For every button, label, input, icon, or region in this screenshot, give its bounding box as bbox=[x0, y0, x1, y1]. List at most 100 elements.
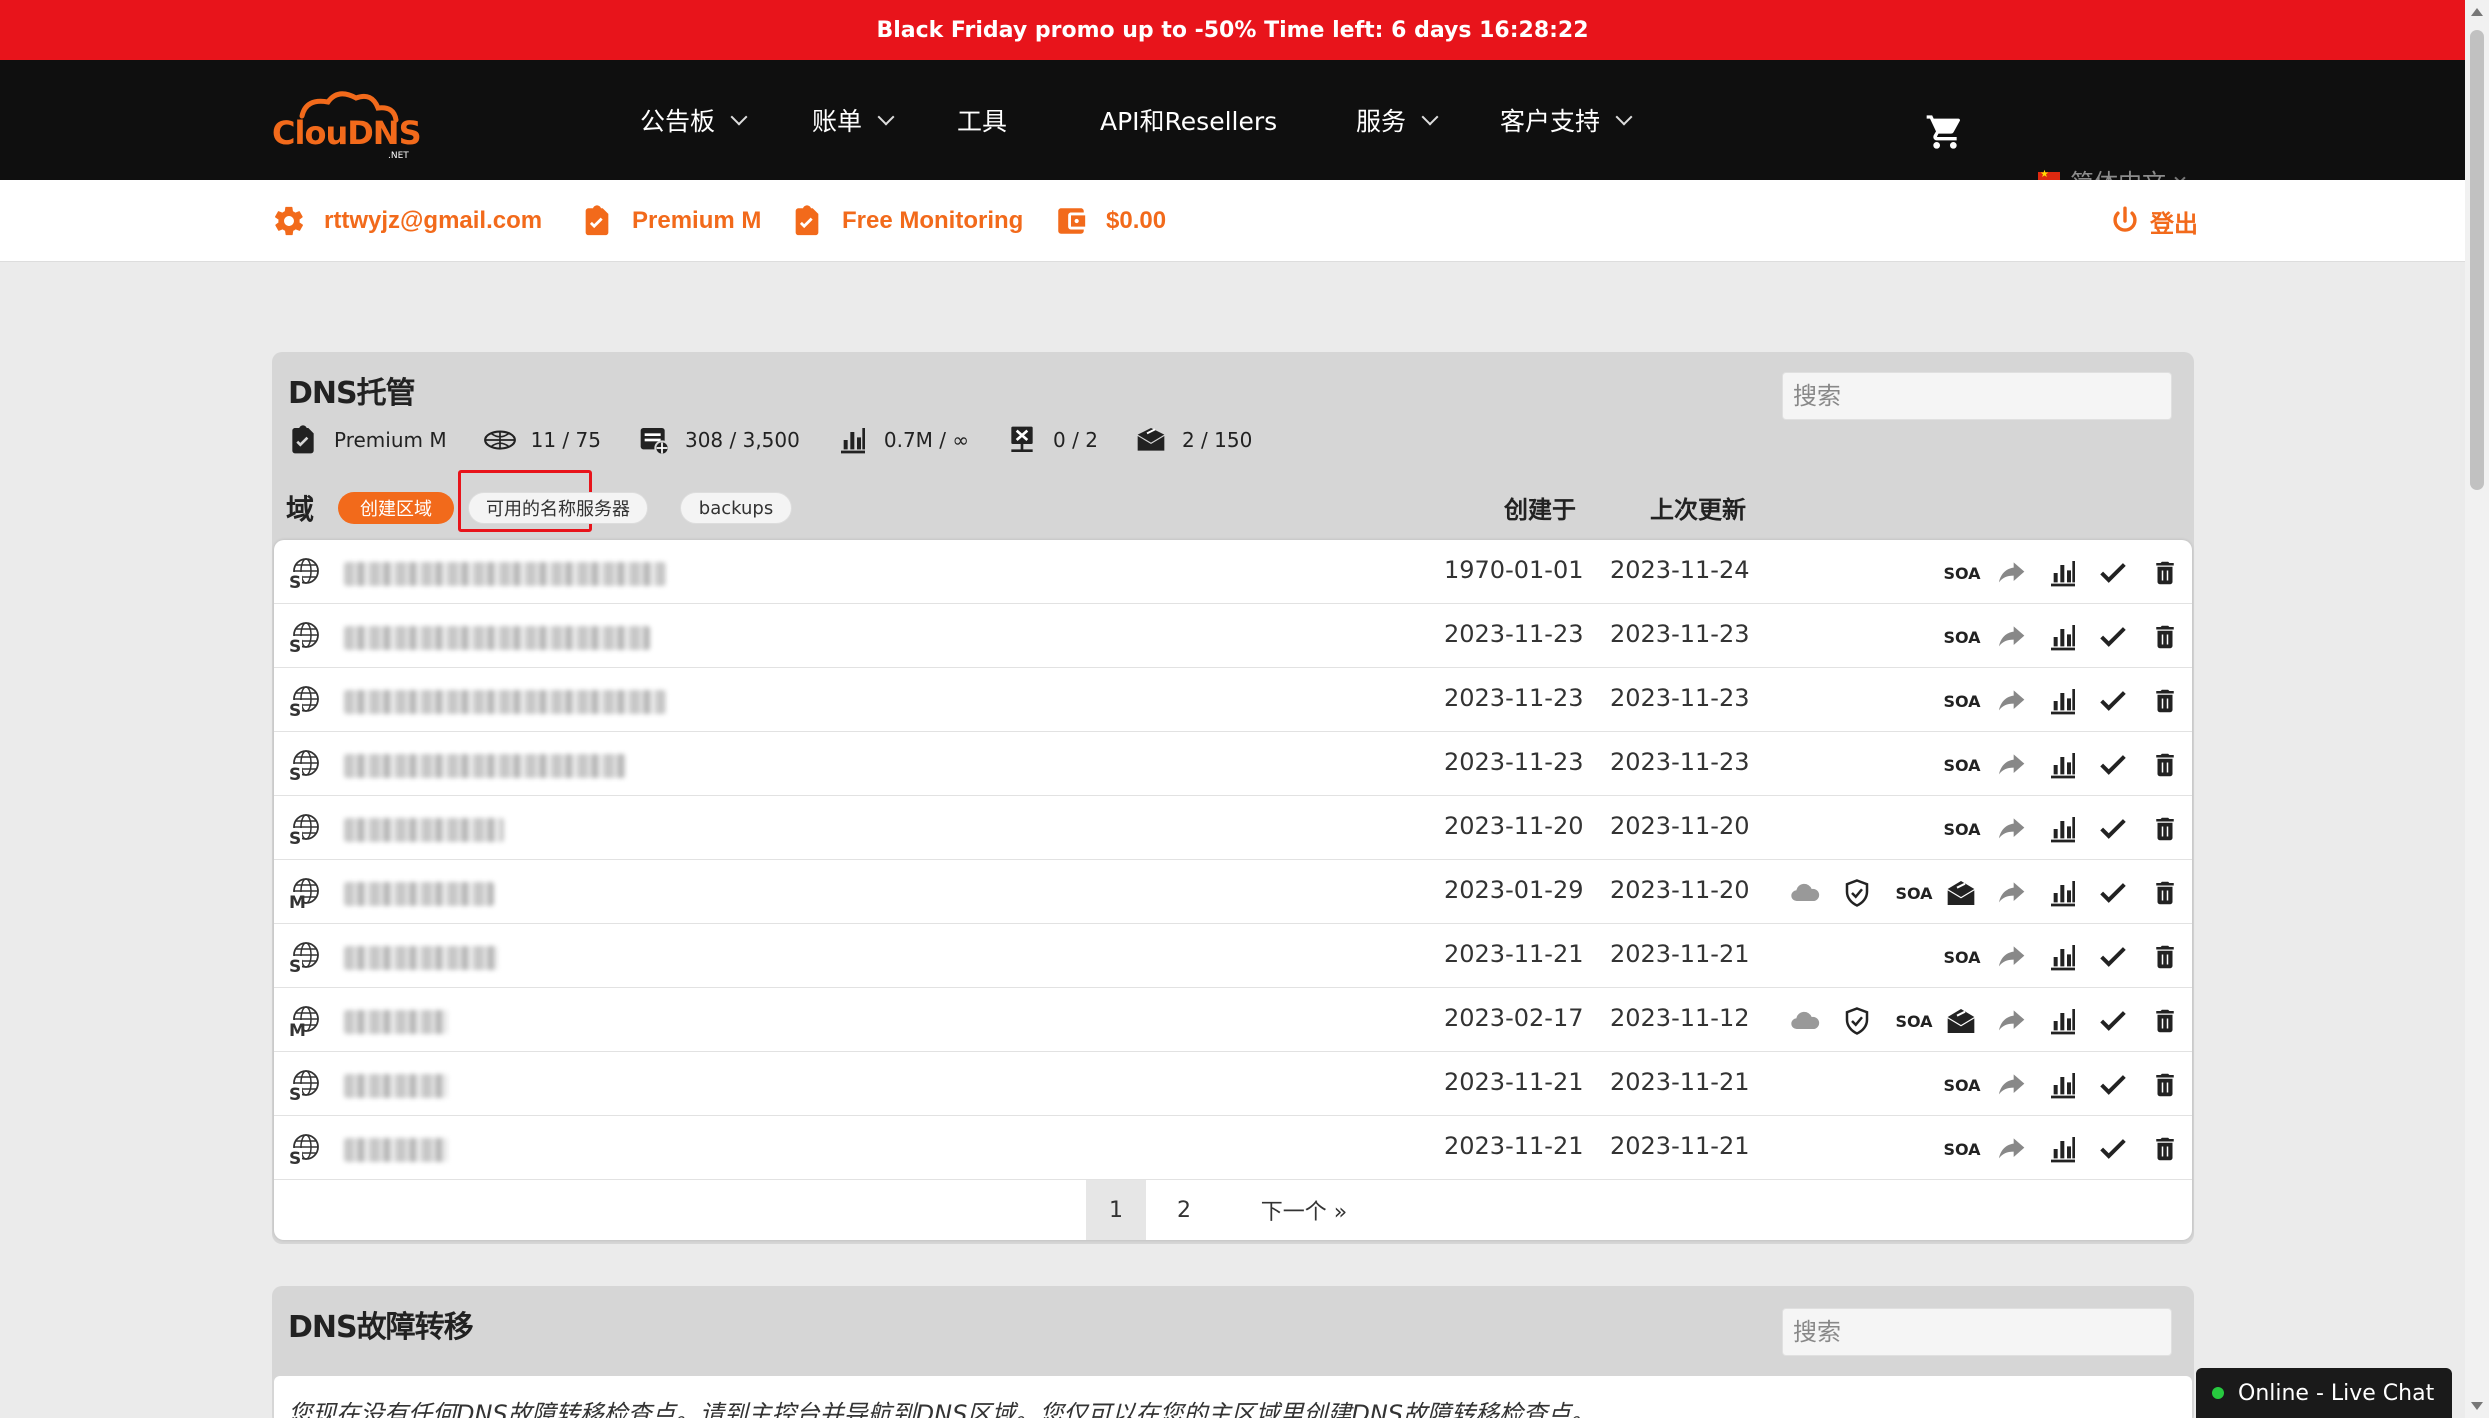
share-zone-icon[interactable] bbox=[1994, 748, 2028, 782]
statistics-icon[interactable] bbox=[2046, 748, 2080, 782]
zone-name-redacted[interactable] bbox=[344, 946, 498, 970]
checkmark-icon[interactable] bbox=[2096, 1004, 2130, 1038]
cloud-backup-icon[interactable] bbox=[1788, 1004, 1822, 1038]
svg-text:ClouDNS: ClouDNS bbox=[272, 114, 421, 152]
share-zone-icon[interactable] bbox=[1994, 620, 2028, 654]
logout-button[interactable]: 登出 bbox=[2108, 180, 2198, 262]
soa-button[interactable]: SOA bbox=[1940, 748, 1984, 782]
checkmark-icon[interactable] bbox=[2096, 1068, 2130, 1102]
soa-button[interactable]: SOA bbox=[1892, 1004, 1936, 1038]
shield-check-icon[interactable] bbox=[1840, 1004, 1874, 1038]
svg-text:M: M bbox=[289, 893, 306, 910]
checkmark-icon[interactable] bbox=[2096, 812, 2130, 846]
shield-check-icon[interactable] bbox=[1840, 876, 1874, 910]
checkmark-icon[interactable] bbox=[2096, 876, 2130, 910]
share-zone-icon[interactable] bbox=[1994, 876, 2028, 910]
soa-button[interactable]: SOA bbox=[1940, 1068, 1984, 1102]
page-2-button[interactable]: 2 bbox=[1154, 1180, 1214, 1240]
soa-button[interactable]: SOA bbox=[1892, 876, 1936, 910]
zone-name-redacted[interactable] bbox=[344, 882, 494, 906]
soa-button[interactable]: SOA bbox=[1940, 940, 1984, 974]
trash-icon[interactable] bbox=[2148, 556, 2182, 590]
trash-icon[interactable] bbox=[2148, 940, 2182, 974]
share-zone-icon[interactable] bbox=[1994, 940, 2028, 974]
statistics-icon[interactable] bbox=[2046, 876, 2080, 910]
statistics-icon[interactable] bbox=[2046, 812, 2080, 846]
updated-column-header[interactable]: 上次更新 bbox=[1650, 490, 1746, 525]
nav-api[interactable]: API和Resellers bbox=[1100, 60, 1277, 180]
backups-button[interactable]: backups bbox=[680, 492, 792, 524]
statistics-icon[interactable] bbox=[2046, 1004, 2080, 1038]
promo-banner[interactable]: Black Friday promo up to -50% Time left:… bbox=[0, 0, 2465, 60]
next-page-button[interactable]: 下一个 » bbox=[1234, 1180, 1374, 1240]
share-zone-icon[interactable] bbox=[1994, 556, 2028, 590]
trash-icon[interactable] bbox=[2148, 1132, 2182, 1166]
zone-name-redacted[interactable] bbox=[344, 1138, 448, 1162]
statistics-icon[interactable] bbox=[2046, 1068, 2080, 1102]
soa-button[interactable]: SOA bbox=[1940, 812, 1984, 846]
checkmark-icon[interactable] bbox=[2096, 940, 2130, 974]
zone-name-redacted[interactable] bbox=[344, 1010, 448, 1034]
zone-name-redacted[interactable] bbox=[344, 690, 666, 714]
mail-forward-icon[interactable] bbox=[1944, 876, 1978, 910]
soa-button[interactable]: SOA bbox=[1940, 556, 1984, 590]
svg-text:S: S bbox=[289, 957, 301, 974]
trash-icon[interactable] bbox=[2148, 684, 2182, 718]
create-zone-button[interactable]: 创建区域 bbox=[338, 492, 454, 524]
checkmark-icon[interactable] bbox=[2096, 748, 2130, 782]
monitoring-label: Free Monitoring bbox=[842, 207, 1024, 234]
zone-name-redacted[interactable] bbox=[344, 818, 504, 842]
zone-name-redacted[interactable] bbox=[344, 562, 666, 586]
soa-button[interactable]: SOA bbox=[1940, 1132, 1984, 1166]
plan-link[interactable]: Premium M bbox=[580, 180, 761, 262]
trash-icon[interactable] bbox=[2148, 1068, 2182, 1102]
balance-link[interactable]: $0.00 bbox=[1054, 180, 1166, 262]
monitoring-link[interactable]: Free Monitoring bbox=[790, 180, 1023, 262]
trash-icon[interactable] bbox=[2148, 748, 2182, 782]
available-nameservers-button[interactable]: 可用的名称服务器 bbox=[468, 492, 648, 524]
created-column-header[interactable]: 创建于 bbox=[1504, 490, 1576, 525]
dns-failover-search-input[interactable] bbox=[1782, 1308, 2172, 1356]
statistics-icon[interactable] bbox=[2046, 684, 2080, 718]
stat-plan-value: Premium M bbox=[334, 428, 447, 452]
nav-tools[interactable]: 工具 bbox=[957, 60, 1007, 180]
trash-icon[interactable] bbox=[2148, 812, 2182, 846]
checkmark-icon[interactable] bbox=[2096, 556, 2130, 590]
zone-name-redacted[interactable] bbox=[344, 1074, 448, 1098]
trash-icon[interactable] bbox=[2148, 1004, 2182, 1038]
share-zone-icon[interactable] bbox=[1994, 1132, 2028, 1166]
live-chat-button[interactable]: Online - Live Chat bbox=[2196, 1368, 2452, 1418]
share-zone-icon[interactable] bbox=[1994, 812, 2028, 846]
soa-button[interactable]: SOA bbox=[1940, 684, 1984, 718]
checkmark-icon[interactable] bbox=[2096, 1132, 2130, 1166]
zone-name-redacted[interactable] bbox=[344, 626, 650, 650]
scroll-down-arrow-icon[interactable] bbox=[2471, 1402, 2483, 1410]
checkmark-icon[interactable] bbox=[2096, 684, 2130, 718]
page-scrollbar[interactable] bbox=[2465, 0, 2489, 1418]
checkmark-icon[interactable] bbox=[2096, 620, 2130, 654]
statistics-icon[interactable] bbox=[2046, 620, 2080, 654]
statistics-icon[interactable] bbox=[2046, 1132, 2080, 1166]
zone-name-redacted[interactable] bbox=[344, 754, 626, 778]
nav-support[interactable]: 客户支持 bbox=[1500, 60, 1633, 180]
scroll-up-arrow-icon[interactable] bbox=[2471, 8, 2483, 16]
account-email-link[interactable]: rttwyjz@gmail.com bbox=[272, 180, 542, 262]
statistics-icon[interactable] bbox=[2046, 556, 2080, 590]
cart-icon[interactable] bbox=[1925, 112, 1965, 152]
statistics-icon[interactable] bbox=[2046, 940, 2080, 974]
share-zone-icon[interactable] bbox=[1994, 684, 2028, 718]
nav-services[interactable]: 服务 bbox=[1356, 60, 1439, 180]
cloud-backup-icon[interactable] bbox=[1788, 876, 1822, 910]
scrollbar-thumb[interactable] bbox=[2470, 30, 2484, 490]
page-1-button[interactable]: 1 bbox=[1086, 1180, 1146, 1240]
nav-bulletin[interactable]: 公告板 bbox=[640, 60, 748, 180]
trash-icon[interactable] bbox=[2148, 620, 2182, 654]
nav-billing[interactable]: 账单 bbox=[812, 60, 895, 180]
mail-forward-icon[interactable] bbox=[1944, 1004, 1978, 1038]
dns-hosting-search-input[interactable] bbox=[1782, 372, 2172, 420]
soa-button[interactable]: SOA bbox=[1940, 620, 1984, 654]
trash-icon[interactable] bbox=[2148, 876, 2182, 910]
share-zone-icon[interactable] bbox=[1994, 1068, 2028, 1102]
cloudns-logo[interactable]: ClouDNS .NET bbox=[272, 90, 422, 160]
share-zone-icon[interactable] bbox=[1994, 1004, 2028, 1038]
